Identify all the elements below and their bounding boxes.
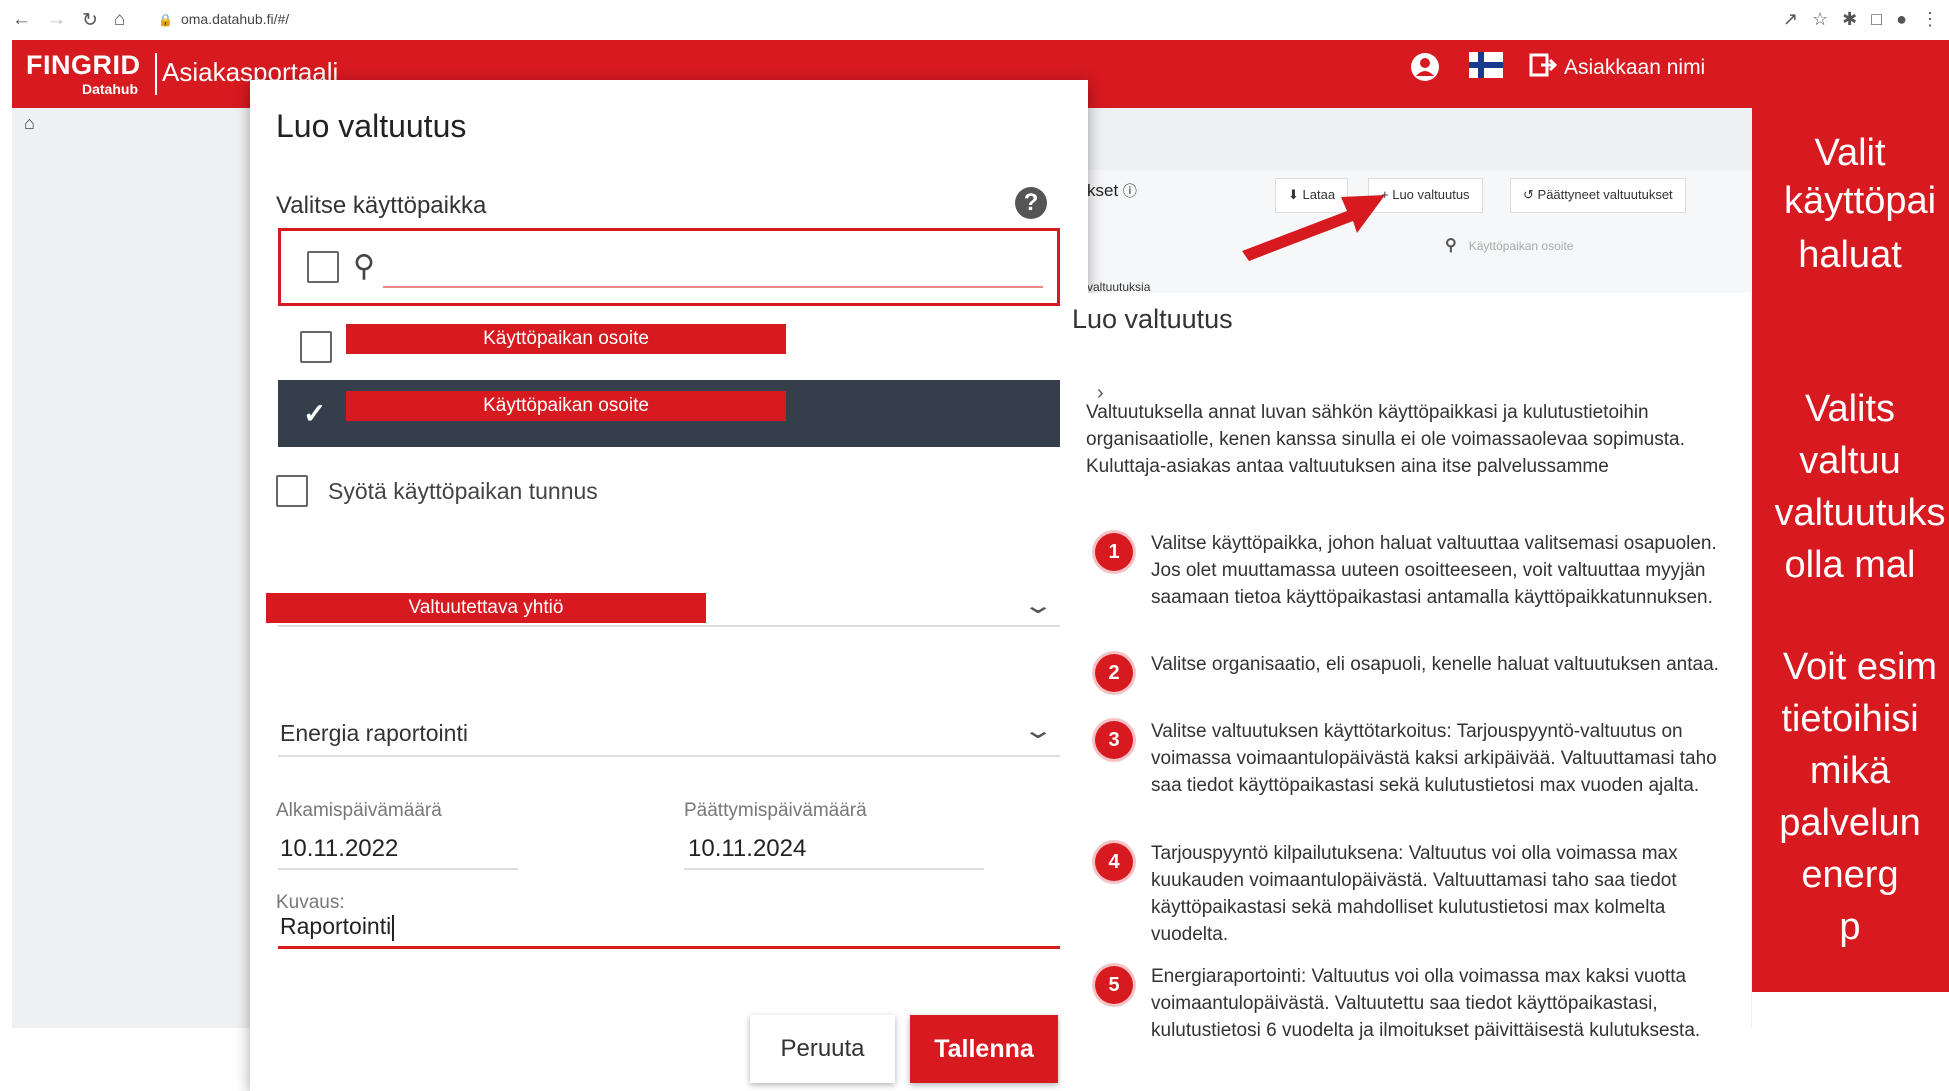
- reload-icon[interactable]: ↻: [82, 9, 98, 32]
- step-text: Valitse organisaatio, eli osapuoli, kene…: [1151, 654, 1719, 675]
- url-text: oma.datahub.fi/#/: [180, 11, 290, 27]
- step-text: Energiaraportointi: Valtuutus voi olla v…: [1151, 966, 1701, 1041]
- cancel-button[interactable]: Peruuta: [750, 1015, 895, 1083]
- step-number: 1: [1095, 533, 1133, 571]
- instruction-line: olla mal: [1784, 544, 1916, 586]
- star-icon[interactable]: ☆: [1812, 9, 1828, 30]
- step-number: 4: [1095, 843, 1133, 881]
- location-search-box: ⚲: [278, 228, 1060, 306]
- address-bar[interactable]: 🔒 oma.datahub.fi/#/: [158, 11, 289, 27]
- option-checkbox[interactable]: [300, 331, 332, 363]
- end-date-label: Päättymispäivämäärä: [684, 800, 867, 821]
- no-permissions-text: valtuutuksia: [1087, 280, 1151, 294]
- panel-title: kset ⓘ: [1087, 181, 1137, 200]
- search-icon: ⚲: [1445, 237, 1457, 254]
- profile-icon[interactable]: ●: [1896, 9, 1907, 30]
- company-select-underline: [278, 625, 1060, 627]
- info-icon[interactable]: ⓘ: [1123, 183, 1137, 199]
- help-icon[interactable]: ?: [1015, 187, 1047, 219]
- save-button[interactable]: Tallenna: [910, 1015, 1058, 1083]
- description-underline: [278, 946, 1060, 949]
- logo-divider: [155, 53, 157, 95]
- browser-nav: ← → ↻ ⌂: [12, 9, 125, 32]
- location-label: Valitse käyttöpaikka: [276, 192, 487, 219]
- arrow-annotation: [1242, 195, 1385, 261]
- search-icon: ⚲: [353, 250, 375, 283]
- share-icon[interactable]: ↗: [1783, 9, 1798, 30]
- instruction-line: Valits: [1804, 388, 1896, 430]
- window-icon[interactable]: □: [1871, 9, 1882, 30]
- help-title: Luo valtuutus: [1072, 304, 1233, 334]
- manual-entry-label: Syötä käyttöpaikan tunnus: [328, 478, 598, 504]
- browser-extensions: ↗ ☆ ✱ □ ● ⋮: [1783, 9, 1939, 30]
- history-icon: ↺: [1523, 187, 1534, 202]
- forward-icon[interactable]: →: [47, 9, 66, 32]
- logo-sub: Datahub: [82, 81, 138, 97]
- instruction-line: mikä: [1809, 750, 1891, 792]
- description-field[interactable]: Raportointi: [280, 913, 395, 941]
- description-label: Kuvaus:: [276, 892, 345, 913]
- instruction-line: tietoihisi: [1781, 698, 1919, 740]
- instruction-line: haluat: [1798, 234, 1902, 276]
- browser-toolbar: ← → ↻ ⌂ 🔒 oma.datahub.fi/#/ ↗ ☆ ✱ □ ● ⋮: [0, 0, 1949, 40]
- check-icon[interactable]: ✓: [303, 397, 326, 430]
- purpose-select[interactable]: Energia raportointi: [280, 720, 468, 747]
- purpose-select-underline: [278, 755, 1060, 757]
- step-text: Valitse käyttöpaikka, johon haluat valtu…: [1151, 533, 1717, 608]
- create-permission-dialog: Luo valtuutus Valitse käyttöpaikka ? ⚲ K…: [250, 80, 1088, 1091]
- end-date-underline: [684, 868, 984, 870]
- account-icon[interactable]: [1410, 52, 1440, 89]
- puzzle-icon[interactable]: ✱: [1842, 9, 1857, 30]
- start-date-field[interactable]: 10.11.2022: [280, 835, 398, 863]
- filter-bar[interactable]: ⚲ Käyttöpaikan osoite: [1445, 235, 1573, 255]
- menu-icon[interactable]: ⋮: [1921, 9, 1939, 30]
- location-search-input[interactable]: [383, 286, 1043, 288]
- instruction-line: käyttöpai: [1783, 180, 1937, 222]
- company-select[interactable]: Valtuutettava yhtiö: [266, 593, 706, 623]
- help-intro: Valtuutuksella annat luvan sähkön käyttö…: [1086, 402, 1685, 477]
- customer-name[interactable]: Asiakkaan nimi: [1564, 56, 1705, 80]
- location-option-selected[interactable]: ✓ Käyttöpaikan osoite: [278, 380, 1060, 447]
- step-text: Tarjouspyyntö kilpailutuksena: Valtuutus…: [1151, 843, 1678, 945]
- select-all-checkbox[interactable]: [307, 251, 339, 283]
- end-date-field[interactable]: 10.11.2024: [688, 835, 806, 863]
- option-label: Käyttöpaikan osoite: [346, 324, 786, 354]
- dialog-title: Luo valtuutus: [276, 108, 467, 144]
- instruction-line: valtuutuks: [1774, 492, 1946, 534]
- help-panel: Luo valtuutus › Valtuutuksella annat luv…: [1061, 293, 1751, 1091]
- location-option[interactable]: Käyttöpaikan osoite: [278, 313, 1060, 380]
- home-icon[interactable]: ⌂: [24, 113, 35, 134]
- manual-entry-checkbox[interactable]: [276, 475, 308, 507]
- instruction-line: energ: [1801, 854, 1899, 896]
- logout-icon[interactable]: [1529, 52, 1558, 85]
- step-number: 3: [1095, 721, 1133, 759]
- instruction-line: p: [1839, 906, 1861, 948]
- instruction-line: Voit esim: [1782, 646, 1938, 688]
- expired-permissions-button[interactable]: ↺ Päättyneet valtuutukset: [1510, 178, 1686, 213]
- instruction-line: Valit: [1814, 132, 1886, 174]
- home-icon[interactable]: ⌂: [114, 9, 125, 32]
- chevron-down-icon[interactable]: ⌄: [1022, 716, 1054, 745]
- back-icon[interactable]: ←: [12, 9, 31, 32]
- logo-brand: FINGRID: [26, 50, 141, 80]
- step-text: Valitse valtuutuksen käyttötarkoitus: Ta…: [1151, 721, 1717, 796]
- text-caret: [392, 914, 395, 941]
- chevron-down-icon[interactable]: ⌄: [1022, 591, 1054, 620]
- finland-flag-icon[interactable]: [1469, 52, 1503, 85]
- instruction-line: valtuu: [1799, 440, 1901, 482]
- step-number: 2: [1095, 654, 1133, 692]
- fingrid-logo[interactable]: FINGRID Datahub: [26, 50, 141, 97]
- start-date-label: Alkamispäivämäärä: [276, 800, 442, 821]
- start-date-underline: [278, 868, 518, 870]
- instruction-line: palvelun: [1779, 802, 1921, 844]
- lock-icon: 🔒: [158, 13, 173, 27]
- step-number: 5: [1095, 966, 1133, 1004]
- instruction-panel: Valit käyttöpai haluat Valits valtuu val…: [1752, 108, 1949, 992]
- option-label: Käyttöpaikan osoite: [346, 391, 786, 421]
